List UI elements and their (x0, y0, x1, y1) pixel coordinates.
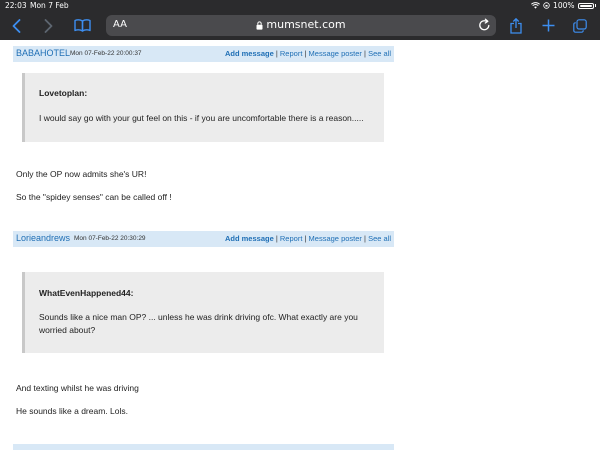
status-bar: 22:03 Mon 7 Feb 100% (0, 0, 600, 11)
post-actions: Add message | Report | Message poster | … (225, 49, 391, 58)
battery-icon (577, 2, 594, 9)
separator: | (304, 49, 307, 58)
post-date: Mon 07-Feb-22 20:00:37 (70, 50, 142, 57)
quote-block: Lovetoplan: I would say go with your gut… (22, 73, 384, 142)
see-all-link[interactable]: See all (368, 49, 391, 58)
quote-block: WhatEvenHappened44: Sounds like a nice m… (22, 272, 384, 353)
reload-icon[interactable] (478, 18, 491, 37)
separator: | (364, 234, 366, 243)
share-icon[interactable] (508, 11, 524, 40)
quote-text: Sounds like a nice man OP? ... unless he… (39, 312, 358, 335)
separator: | (275, 49, 278, 58)
url-display[interactable]: mumsnet.com (106, 18, 496, 31)
page-content: BABAHOTEL Mon 07-Feb-22 20:00:37 Add mes… (0, 40, 600, 450)
post-line: Only the OP now admits she's UR! (16, 169, 147, 179)
new-tab-icon[interactable] (540, 11, 556, 40)
wifi-icon (531, 2, 540, 9)
separator: | (275, 234, 278, 243)
post-header: Lorieandrews Mon 07-Feb-22 20:30:29 Add … (13, 231, 394, 247)
lock-icon (256, 20, 263, 30)
message-poster-link[interactable]: Message poster (309, 49, 362, 58)
report-link[interactable]: Report (280, 49, 303, 58)
address-bar[interactable]: AA mumsnet.com (106, 15, 496, 36)
see-all-link[interactable]: See all (368, 234, 391, 243)
separator: | (364, 49, 366, 58)
message-poster-link[interactable]: Message poster (309, 234, 362, 243)
next-post-header (13, 444, 394, 450)
battery-tip (594, 4, 596, 7)
orientation-lock-icon (543, 2, 550, 9)
status-time: 22:03 (5, 1, 27, 10)
back-icon[interactable] (9, 11, 23, 40)
post-line: So the "spidey senses" can be called off… (16, 192, 172, 202)
tabs-icon[interactable] (571, 11, 589, 40)
forward-icon[interactable] (41, 11, 55, 40)
separator: | (304, 234, 307, 243)
post-username[interactable]: Lorieandrews (16, 233, 70, 243)
post-date: Mon 07-Feb-22 20:30:29 (74, 235, 146, 242)
post-header: BABAHOTEL Mon 07-Feb-22 20:00:37 Add mes… (13, 46, 394, 62)
post-line: And texting whilst he was driving (16, 383, 139, 393)
post-actions: Add message | Report | Message poster | … (225, 234, 391, 243)
battery-percent: 100% (553, 1, 575, 10)
quote-author: WhatEvenHappened44: (39, 288, 134, 298)
status-right: 100% (531, 1, 596, 10)
post-line: He sounds like a dream. Lols. (16, 406, 128, 416)
browser-toolbar: AA mumsnet.com (0, 11, 600, 40)
bookmarks-icon[interactable] (72, 11, 92, 40)
quote-text: I would say go with your gut feel on thi… (39, 113, 364, 123)
post-username[interactable]: BABAHOTEL (16, 48, 70, 58)
report-link[interactable]: Report (280, 234, 303, 243)
quote-author: Lovetoplan: (39, 88, 88, 98)
url-text: mumsnet.com (266, 18, 346, 31)
add-message-link[interactable]: Add message (225, 49, 274, 58)
add-message-link[interactable]: Add message (225, 234, 274, 243)
status-date: Mon 7 Feb (30, 1, 69, 10)
